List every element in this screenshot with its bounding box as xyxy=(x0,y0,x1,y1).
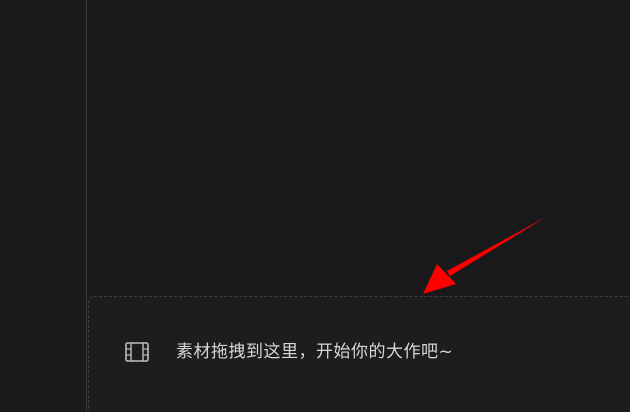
drop-zone-hint: 素材拖拽到这里，开始你的大作吧~ xyxy=(176,342,454,362)
left-panel xyxy=(0,0,86,412)
editor-window: 素材拖拽到这里，开始你的大作吧~ xyxy=(0,0,630,412)
film-icon xyxy=(125,342,149,362)
preview-area xyxy=(87,0,630,296)
